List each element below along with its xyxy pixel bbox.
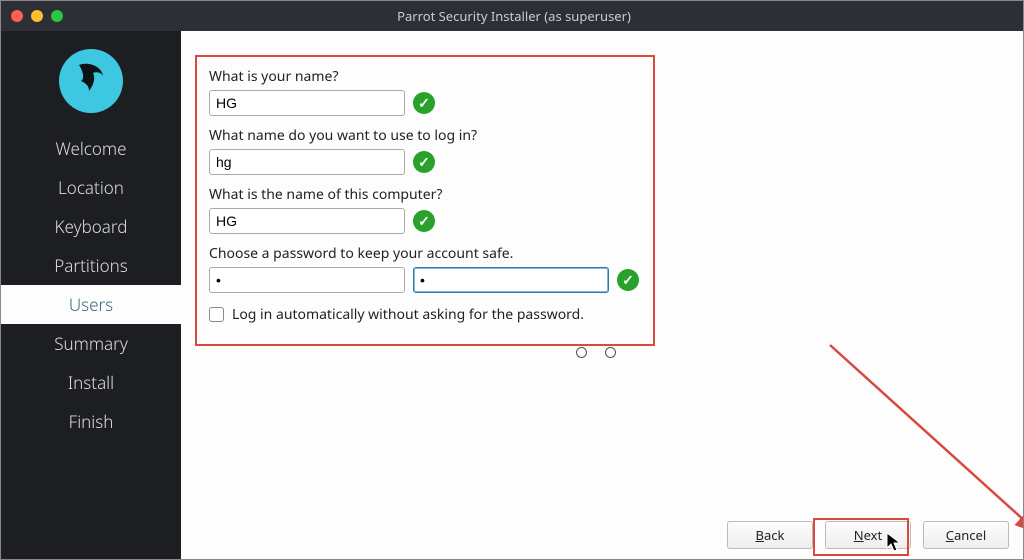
check-icon: ✓: [413, 210, 435, 232]
parrot-logo-icon: [59, 49, 123, 113]
cancel-button[interactable]: Cancel: [923, 521, 1009, 549]
page-dot[interactable]: [605, 347, 616, 358]
password-label: Choose a password to keep your account s…: [209, 244, 641, 263]
login-input[interactable]: [209, 149, 405, 175]
sidebar: Welcome Location Keyboard Partitions Use…: [1, 31, 181, 559]
window-title: Parrot Security Installer (as superuser): [63, 7, 965, 25]
step-users[interactable]: Users: [1, 285, 181, 324]
close-icon[interactable]: [11, 10, 23, 22]
form-highlight-box: What is your name? ✓ What name do you wa…: [195, 55, 655, 346]
step-finish[interactable]: Finish: [1, 402, 181, 441]
button-bar: Back Next Cancel: [727, 521, 1009, 549]
hostname-input[interactable]: [209, 208, 405, 234]
autologin-label: Log in automatically without asking for …: [232, 305, 584, 324]
back-button[interactable]: Back: [727, 521, 813, 549]
main-panel: What is your name? ✓ What name do you wa…: [181, 31, 1023, 559]
step-welcome[interactable]: Welcome: [1, 129, 181, 168]
step-keyboard[interactable]: Keyboard: [1, 207, 181, 246]
installer-window: Parrot Security Installer (as superuser)…: [0, 0, 1024, 560]
next-button[interactable]: Next: [825, 521, 911, 549]
name-input[interactable]: [209, 90, 405, 116]
name-label: What is your name?: [209, 67, 641, 86]
check-icon: ✓: [413, 151, 435, 173]
page-dot[interactable]: [576, 347, 587, 358]
host-label: What is the name of this computer?: [209, 185, 641, 204]
step-partitions[interactable]: Partitions: [1, 246, 181, 285]
pager: [576, 347, 616, 358]
password-confirm-input[interactable]: [413, 267, 609, 293]
check-icon: ✓: [617, 269, 639, 291]
autologin-checkbox[interactable]: [209, 307, 224, 322]
maximize-icon[interactable]: [51, 10, 63, 22]
window-controls: [11, 10, 63, 22]
login-label: What name do you want to use to log in?: [209, 126, 641, 145]
step-summary[interactable]: Summary: [1, 324, 181, 363]
minimize-icon[interactable]: [31, 10, 43, 22]
step-location[interactable]: Location: [1, 168, 181, 207]
check-icon: ✓: [413, 92, 435, 114]
password-input[interactable]: [209, 267, 405, 293]
step-install[interactable]: Install: [1, 363, 181, 402]
window-body: Welcome Location Keyboard Partitions Use…: [1, 31, 1023, 559]
titlebar: Parrot Security Installer (as superuser): [1, 1, 1023, 31]
